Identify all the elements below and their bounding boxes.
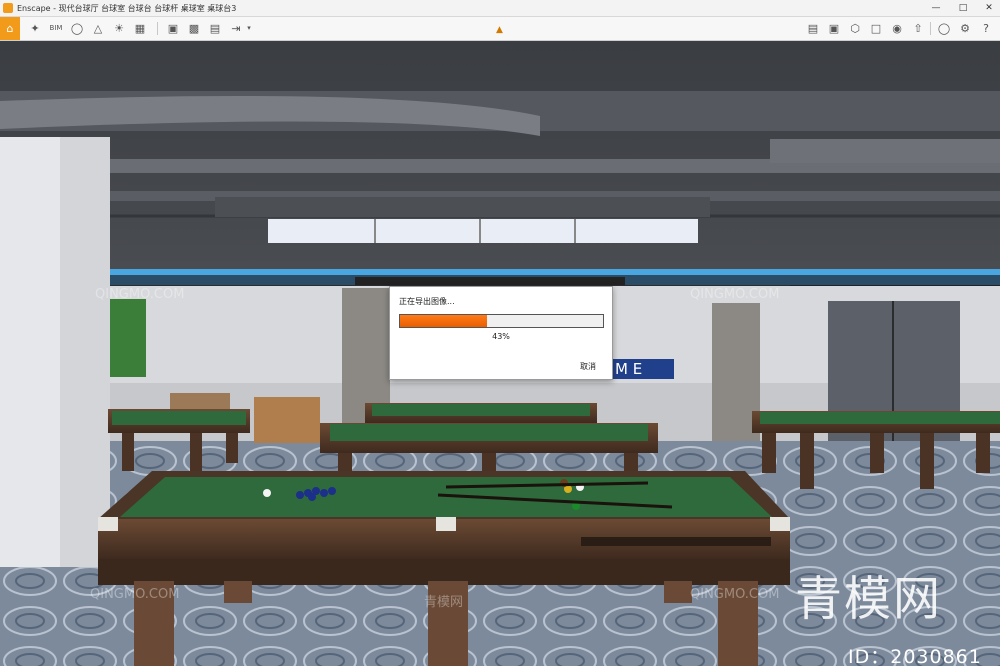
title-bar: Enscape - 现代台球厅 台球室 台球台 台球杆 桌球室 桌球台3 <box>0 0 1000 17</box>
id-label: ID：2030861 <box>848 646 982 666</box>
maximize-button[interactable]: □ <box>950 0 976 16</box>
book-icon[interactable]: ▤ <box>805 20 821 36</box>
collapse-toolbar-icon[interactable]: ▲ <box>496 25 506 35</box>
image-icon[interactable]: ▤ <box>207 20 223 36</box>
watermark: QINGMO.COM <box>690 287 780 302</box>
toolbar-separator <box>157 22 158 35</box>
home-icon[interactable]: ⌂ <box>0 17 20 40</box>
eye-icon[interactable]: ◯ <box>936 20 952 36</box>
close-button[interactable]: ✕ <box>976 0 1000 16</box>
render-icon[interactable]: ▩ <box>186 20 202 36</box>
progress-fill <box>400 315 488 327</box>
cube-icon[interactable]: ⬡ <box>847 20 863 36</box>
upload-icon[interactable]: ⇧ <box>910 20 926 36</box>
settings-icon[interactable]: ⚙ <box>957 20 973 36</box>
window-title: Enscape - 现代台球厅 台球室 台球台 台球杆 桌球室 桌球台3 <box>17 3 237 13</box>
watermark: QINGMO.COM <box>690 587 780 602</box>
pointer-icon[interactable]: ✦ <box>27 20 43 36</box>
export-progress-dialog: 正在导出图像... 43% 取消 <box>389 286 613 380</box>
progress-percent: 43% <box>492 332 510 341</box>
screen-icon[interactable]: ▣ <box>826 20 842 36</box>
toolbar-separator <box>930 22 931 35</box>
minimize-button[interactable]: — <box>923 0 949 16</box>
walk-icon[interactable]: △ <box>90 20 106 36</box>
export-dropdown-icon[interactable]: ▾ <box>244 20 254 36</box>
capture-icon[interactable]: ▣ <box>165 20 181 36</box>
watermark: 青模网 <box>424 595 464 610</box>
watermark: QINGMO.COM <box>95 287 185 302</box>
help-icon[interactable]: ? <box>978 20 994 36</box>
buildings-icon[interactable]: ▦ <box>132 20 148 36</box>
palette-icon[interactable]: ◉ <box>889 20 905 36</box>
dialog-title: 正在导出图像... <box>399 297 455 306</box>
cancel-button[interactable]: 取消 <box>580 361 596 372</box>
progress-bar <box>399 314 604 328</box>
enscape-logo-icon <box>3 3 13 13</box>
brand-watermark: 青模网 <box>795 572 942 627</box>
map-icon[interactable]: □ <box>868 20 884 36</box>
svg-text:M E: M E <box>615 360 642 378</box>
binoculars-icon[interactable]: ◯ <box>69 20 85 36</box>
bim-icon[interactable]: BIM <box>48 20 64 36</box>
watermark: QINGMO.COM <box>90 587 180 602</box>
sun-icon[interactable]: ☀ <box>111 20 127 36</box>
export-icon[interactable]: ⇥ <box>228 20 244 36</box>
